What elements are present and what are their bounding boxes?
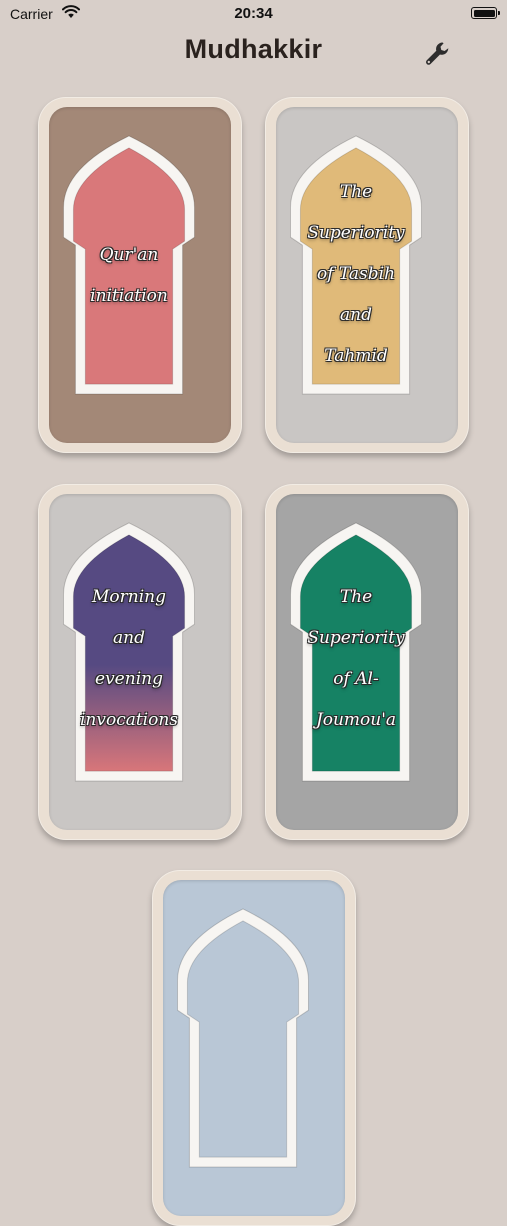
navigation-bar: Mudhakkir — [0, 28, 507, 72]
topic-card[interactable]: The Superiority of Tasbih and Tahmid — [265, 97, 469, 453]
card-title-line: Superiority — [307, 628, 405, 648]
card-title-line: initiation — [90, 286, 168, 306]
card-title-line: The — [339, 182, 373, 202]
settings-button[interactable] — [420, 36, 456, 72]
battery-icon — [471, 7, 500, 19]
card-title: The Superiority of Al- Joumou'a — [293, 577, 419, 741]
card-title: Morning and evening invocations — [66, 577, 192, 741]
card-title: Qur'an initiation — [66, 235, 192, 317]
card-title-line: of Al- — [333, 669, 379, 689]
topic-card[interactable]: Qur'an initiation — [38, 97, 242, 453]
card-title-line: evening — [95, 669, 163, 689]
card-title-line: invocations — [79, 710, 179, 730]
card-title-line: Joumou'a — [315, 710, 397, 730]
arch-fill — [186, 920, 300, 1158]
topic-card[interactable]: The Superiority of Al- Joumou'a — [265, 484, 469, 840]
wrench-icon — [426, 42, 449, 65]
card-title-line: Morning — [92, 587, 166, 607]
card-title: The Superiority of Tasbih and Tahmid — [293, 172, 419, 377]
card-title-line: The — [339, 587, 373, 607]
clock: 20:34 — [234, 5, 273, 22]
card-title-line: and — [113, 628, 145, 648]
card-title-line: Qur'an — [99, 245, 159, 265]
arch-window — [177, 908, 309, 1168]
card-title-line: of Tasbih — [316, 264, 396, 284]
status-bar: Carrier 20:34 — [0, 0, 507, 28]
card-title-line: Tahmid — [324, 346, 388, 366]
card-title-line: Superiority — [307, 223, 405, 243]
topic-card[interactable] — [152, 870, 356, 1226]
card-title-line: and — [340, 305, 372, 325]
topic-card[interactable]: Morning and evening invocations — [38, 484, 242, 840]
